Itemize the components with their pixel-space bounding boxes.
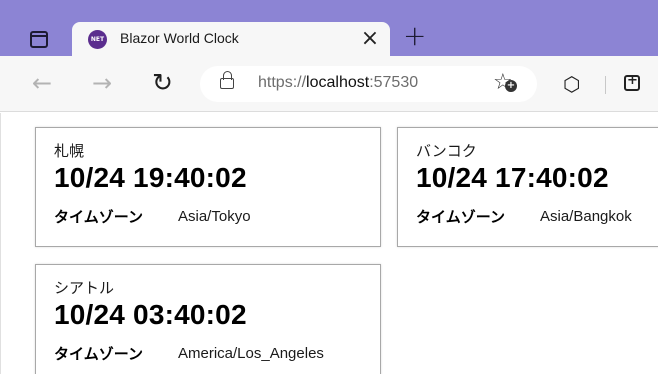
puzzle-icon[interactable]: ⬡ [563, 71, 580, 97]
city-name: シアトル [54, 279, 115, 297]
tab-title: Blazor World Clock [120, 30, 239, 46]
add-favorite-icon[interactable]: ☆ [493, 70, 517, 96]
timezone-label: タイムゾーン [54, 208, 143, 226]
url-host: localhost [306, 74, 370, 91]
address-bar[interactable]: https://localhost:57530 ☆ [200, 66, 537, 102]
tab-blazor-world-clock[interactable]: NET Blazor World Clock × [72, 22, 390, 56]
url-port: :57530 [369, 74, 419, 91]
collections-icon[interactable] [624, 73, 640, 91]
tab-actions-icon[interactable] [30, 31, 48, 48]
page-content: 札幌 10/24 19:40:02 タイムゾーン Asia/Tokyo バンコク… [0, 113, 658, 374]
clock-time: 10/24 17:40:02 [416, 162, 609, 193]
toolbar-divider [605, 76, 606, 94]
url-text[interactable]: https://localhost:57530 [258, 74, 418, 92]
timezone-label: タイムゾーン [54, 345, 143, 363]
url-scheme: https:// [258, 74, 307, 91]
city-name: バンコク [416, 142, 477, 160]
back-icon[interactable]: ← [32, 68, 52, 98]
clock-time: 10/24 19:40:02 [54, 162, 247, 193]
browser-toolbar: ← → ↻ https://localhost:57530 ☆ ⬡ [0, 56, 658, 112]
clock-card: シアトル 10/24 03:40:02 タイムゾーン America/Los_A… [35, 264, 381, 374]
timezone-value: America/Los_Angeles [178, 345, 324, 362]
city-name: 札幌 [54, 142, 85, 160]
tab-strip: NET Blazor World Clock × + [0, 0, 658, 56]
clock-time: 10/24 03:40:02 [54, 299, 247, 330]
clock-card: 札幌 10/24 19:40:02 タイムゾーン Asia/Tokyo [35, 127, 381, 247]
timezone-value: Asia/Tokyo [178, 208, 251, 225]
reload-icon[interactable]: ↻ [152, 68, 173, 98]
dotnet-favicon-icon: NET [88, 30, 107, 49]
timezone-label: タイムゾーン [416, 208, 505, 226]
new-tab-button[interactable]: + [403, 22, 426, 50]
lock-icon[interactable] [220, 71, 234, 89]
forward-icon[interactable]: → [92, 68, 112, 98]
close-tab-icon[interactable]: × [358, 25, 382, 53]
timezone-value: Asia/Bangkok [540, 208, 632, 225]
clock-card: バンコク 10/24 17:40:02 タイムゾーン Asia/Bangkok [397, 127, 658, 247]
